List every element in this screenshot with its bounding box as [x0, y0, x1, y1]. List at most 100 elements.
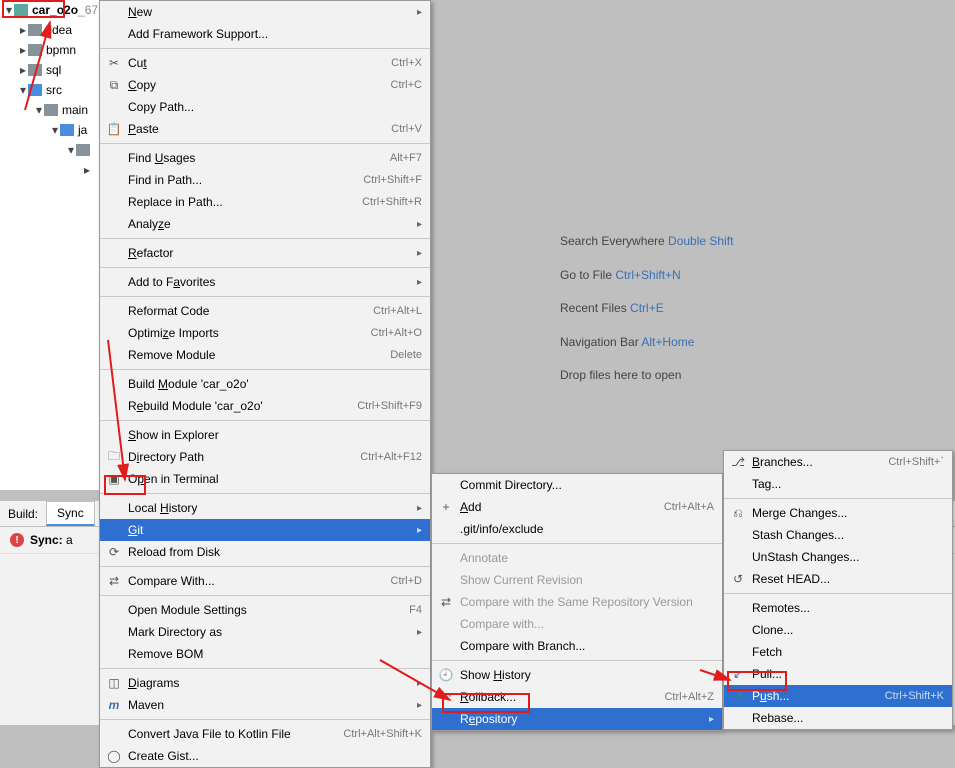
tree-item[interactable]: ▸sql — [0, 60, 100, 80]
menu-analyze[interactable]: Analyze▸ — [100, 213, 430, 235]
error-icon: ! — [10, 533, 24, 547]
menu-directory-path[interactable]: 🗀Directory PathCtrl+Alt+F12 — [100, 446, 430, 468]
menu-open-module-settings[interactable]: Open Module SettingsF4 — [100, 599, 430, 621]
menu-reformat[interactable]: Reformat CodeCtrl+Alt+L — [100, 300, 430, 322]
pull-icon: ↙ — [730, 666, 746, 682]
context-menu-project[interactable]: New▸ Add Framework Support... ✂CutCtrl+X… — [99, 0, 431, 768]
menu-local-history[interactable]: Local History▸ — [100, 497, 430, 519]
folder-icon — [28, 64, 42, 76]
tree-root[interactable]: ▾ car_o2o_67 — [0, 0, 100, 20]
tree-item[interactable]: ▸bpmn — [0, 40, 100, 60]
chevron-right-icon: ▸ — [18, 43, 28, 57]
menu-remove-bom[interactable]: Remove BOM — [100, 643, 430, 665]
menu-open-terminal[interactable]: ▣Open in Terminal — [100, 468, 430, 490]
tree-root-label: car_o2o — [32, 3, 78, 17]
menu-rebuild-module[interactable]: Rebuild Module 'car_o2o'Ctrl+Shift+F9 — [100, 395, 430, 417]
diagram-icon: ◫ — [106, 675, 122, 691]
folder-icon — [44, 104, 58, 116]
editor-hints: Search Everywhere Double Shift Go to Fil… — [560, 225, 733, 393]
tree-item[interactable]: ▸.idea — [0, 20, 100, 40]
menu-maven[interactable]: mMaven▸ — [100, 694, 430, 716]
submenu-arrow-icon: ▸ — [405, 627, 422, 638]
menu-merge-changes[interactable]: ⎌Merge Changes... — [724, 502, 952, 524]
github-icon: ◯ — [106, 748, 122, 764]
tree-item[interactable]: ▾src — [0, 80, 100, 100]
push-icon: ↗ — [730, 688, 746, 704]
menu-build-module[interactable]: Build Module 'car_o2o' — [100, 373, 430, 395]
menu-pull[interactable]: ↙Pull... — [724, 663, 952, 685]
submenu-arrow-icon: ▸ — [405, 248, 422, 259]
menu-replace-in-path[interactable]: Replace in Path...Ctrl+Shift+R — [100, 191, 430, 213]
folder-icon — [28, 84, 42, 96]
folder-icon — [28, 24, 42, 36]
menu-unstash-changes[interactable]: UnStash Changes... — [724, 546, 952, 568]
menu-add-favorites[interactable]: Add to Favorites▸ — [100, 271, 430, 293]
compare-icon: ⇄ — [106, 573, 122, 589]
menu-stash-changes[interactable]: Stash Changes... — [724, 524, 952, 546]
menu-git-info-exclude[interactable]: .git/info/exclude — [432, 518, 722, 540]
copy-icon: ⧉ — [106, 77, 122, 93]
terminal-icon: ▣ — [106, 471, 122, 487]
menu-remove-module[interactable]: Remove ModuleDelete — [100, 344, 430, 366]
cut-icon: ✂ — [106, 55, 122, 71]
menu-push[interactable]: ↗Push...Ctrl+Shift+K — [724, 685, 952, 707]
rollback-icon: ↶ — [438, 689, 454, 705]
submenu-arrow-icon: ▸ — [405, 219, 422, 230]
submenu-repository[interactable]: ⎇Branches...Ctrl+Shift+` Tag... ⎌Merge C… — [723, 450, 953, 730]
menu-find-usages[interactable]: Find UsagesAlt+F7 — [100, 147, 430, 169]
menu-show-history[interactable]: 🕘Show History — [432, 664, 722, 686]
menu-diagrams[interactable]: ◫Diagrams▸ — [100, 672, 430, 694]
menu-convert-kotlin[interactable]: Convert Java File to Kotlin FileCtrl+Alt… — [100, 723, 430, 745]
tree-item[interactable]: ▾ — [0, 140, 100, 160]
chevron-right-icon: ▸ — [18, 23, 28, 37]
menu-paste[interactable]: 📋PasteCtrl+V — [100, 118, 430, 140]
folder-icon — [28, 44, 42, 56]
paste-icon: 📋 — [106, 121, 122, 137]
folder-icon — [76, 144, 90, 156]
tree-item[interactable]: ▸ — [0, 160, 100, 180]
menu-reset-head[interactable]: ↺Reset HEAD... — [724, 568, 952, 590]
menu-compare-with[interactable]: ⇄Compare With...Ctrl+D — [100, 570, 430, 592]
menu-reload-disk[interactable]: ⟳Reload from Disk — [100, 541, 430, 563]
menu-compare-same-repo: ⇄Compare with the Same Repository Versio… — [432, 591, 722, 613]
chevron-down-icon: ▾ — [18, 83, 28, 97]
maven-icon: m — [106, 697, 122, 713]
menu-clone[interactable]: Clone... — [724, 619, 952, 641]
menu-show-explorer[interactable]: Show in Explorer — [100, 424, 430, 446]
menu-commit-directory[interactable]: Commit Directory... — [432, 474, 722, 496]
reset-icon: ↺ — [730, 571, 746, 587]
compare-icon: ⇄ — [438, 594, 454, 610]
menu-create-gist[interactable]: ◯Create Gist... — [100, 745, 430, 767]
menu-optimize-imports[interactable]: Optimize ImportsCtrl+Alt+O — [100, 322, 430, 344]
menu-git-add[interactable]: +AddCtrl+Alt+A — [432, 496, 722, 518]
menu-branches[interactable]: ⎇Branches...Ctrl+Shift+` — [724, 451, 952, 473]
tab-sync[interactable]: Sync — [46, 501, 95, 526]
menu-repository[interactable]: Repository▸ — [432, 708, 722, 730]
menu-mark-directory[interactable]: Mark Directory as▸ — [100, 621, 430, 643]
tree-item[interactable]: ▾main — [0, 100, 100, 120]
menu-compare-with: Compare with... — [432, 613, 722, 635]
menu-rebase[interactable]: Rebase... — [724, 707, 952, 729]
submenu-arrow-icon: ▸ — [697, 714, 714, 725]
menu-tag[interactable]: Tag... — [724, 473, 952, 495]
menu-find-in-path[interactable]: Find in Path...Ctrl+Shift+F — [100, 169, 430, 191]
menu-refactor[interactable]: Refactor▸ — [100, 242, 430, 264]
submenu-git[interactable]: Commit Directory... +AddCtrl+Alt+A .git/… — [431, 473, 723, 731]
menu-remotes[interactable]: Remotes... — [724, 597, 952, 619]
tree-item[interactable]: ▾ja — [0, 120, 100, 140]
menu-compare-branch[interactable]: Compare with Branch... — [432, 635, 722, 657]
menu-copy-path[interactable]: Copy Path... — [100, 96, 430, 118]
plus-icon: + — [438, 499, 454, 515]
chevron-right-icon: ▸ — [18, 63, 28, 77]
menu-git[interactable]: Git▸ — [100, 519, 430, 541]
menu-add-framework[interactable]: Add Framework Support... — [100, 23, 430, 45]
menu-fetch[interactable]: Fetch — [724, 641, 952, 663]
menu-new[interactable]: New▸ — [100, 1, 430, 23]
menu-cut[interactable]: ✂CutCtrl+X — [100, 52, 430, 74]
menu-copy[interactable]: ⧉CopyCtrl+C — [100, 74, 430, 96]
menu-rollback[interactable]: ↶Rollback...Ctrl+Alt+Z — [432, 686, 722, 708]
menu-annotate: Annotate — [432, 547, 722, 569]
merge-icon: ⎌ — [730, 505, 746, 521]
submenu-arrow-icon: ▸ — [405, 7, 422, 18]
project-tree[interactable]: ▾ car_o2o_67 ▸.idea ▸bpmn ▸sql ▾src ▾mai… — [0, 0, 100, 490]
